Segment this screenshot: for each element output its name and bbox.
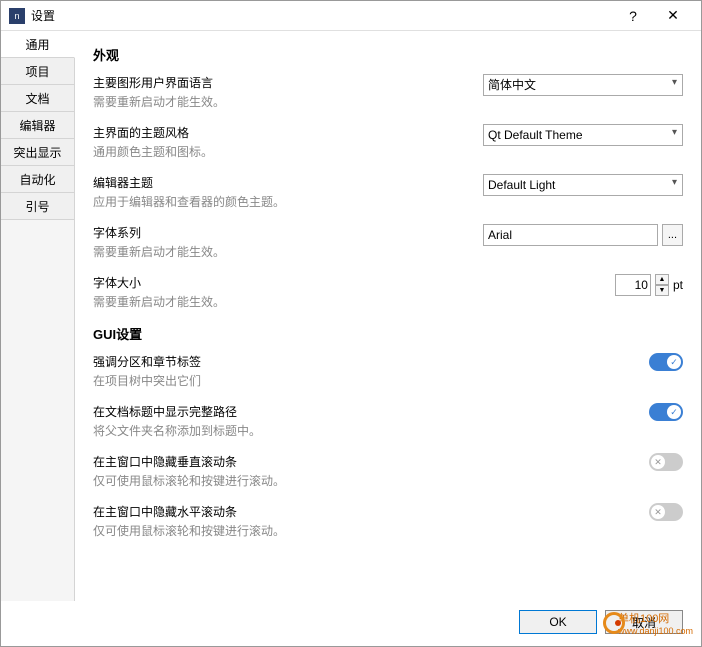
close-button[interactable]: ✕ [653,2,693,30]
fontsize-label: 字体大小 [93,274,483,291]
theme-select[interactable]: Qt Default Theme [483,124,683,146]
app-icon: n [9,8,25,24]
help-button[interactable]: ? [613,2,653,30]
fontsize-up[interactable]: ▲ [655,274,669,285]
content-panel: 外观 主要图形用户界面语言 需要重新启动才能生效。 简体中文 主界面的主题风格 … [75,31,701,601]
lang-hint: 需要重新启动才能生效。 [93,93,483,110]
theme-hint: 通用颜色主题和图标。 [93,143,483,160]
dialog-footer: OK 取消 [519,610,683,634]
lang-label: 主要图形用户界面语言 [93,74,483,91]
opt4-hint: 仅可使用鼠标滚轮和按键进行滚动。 [93,522,649,539]
fontsize-down[interactable]: ▼ [655,285,669,296]
font-input[interactable] [483,224,658,246]
opt2-toggle[interactable]: ✓ [649,403,683,421]
tab-quotes[interactable]: 引号 [1,193,74,220]
fontsize-input[interactable] [615,274,651,296]
tab-general[interactable]: 通用 [1,31,75,58]
lang-select[interactable]: 简体中文 [483,74,683,96]
theme-label: 主界面的主题风格 [93,124,483,141]
tab-automation[interactable]: 自动化 [1,166,74,193]
opt1-label: 强调分区和章节标签 [93,353,649,370]
fontsize-hint: 需要重新启动才能生效。 [93,293,483,310]
tab-highlight[interactable]: 突出显示 [1,139,74,166]
section-gui: GUI设置 [93,324,683,343]
opt1-hint: 在项目树中突出它们 [93,372,649,389]
tab-document[interactable]: 文档 [1,85,74,112]
opt3-label: 在主窗口中隐藏垂直滚动条 [93,453,649,470]
tab-editor[interactable]: 编辑器 [1,112,74,139]
section-appearance: 外观 [93,45,683,64]
opt3-toggle[interactable]: ✕ [649,453,683,471]
editor-theme-select[interactable]: Default Light [483,174,683,196]
tab-project[interactable]: 项目 [1,58,74,85]
ok-button[interactable]: OK [519,610,597,634]
opt3-hint: 仅可使用鼠标滚轮和按键进行滚动。 [93,472,649,489]
opt4-label: 在主窗口中隐藏水平滚动条 [93,503,649,520]
fontsize-unit: pt [673,278,683,292]
editor-theme-label: 编辑器主题 [93,174,483,191]
font-browse-button[interactable]: ... [662,224,683,246]
window-title: 设置 [31,7,613,24]
editor-theme-hint: 应用于编辑器和查看器的颜色主题。 [93,193,483,210]
sidebar: 通用 项目 文档 编辑器 突出显示 自动化 引号 [1,31,75,601]
cancel-button[interactable]: 取消 [605,610,683,634]
font-hint: 需要重新启动才能生效。 [93,243,483,260]
opt2-hint: 将父文件夹名称添加到标题中。 [93,422,649,439]
opt1-toggle[interactable]: ✓ [649,353,683,371]
opt4-toggle[interactable]: ✕ [649,503,683,521]
titlebar: n 设置 ? ✕ [1,1,701,31]
font-label: 字体系列 [93,224,483,241]
opt2-label: 在文档标题中显示完整路径 [93,403,649,420]
